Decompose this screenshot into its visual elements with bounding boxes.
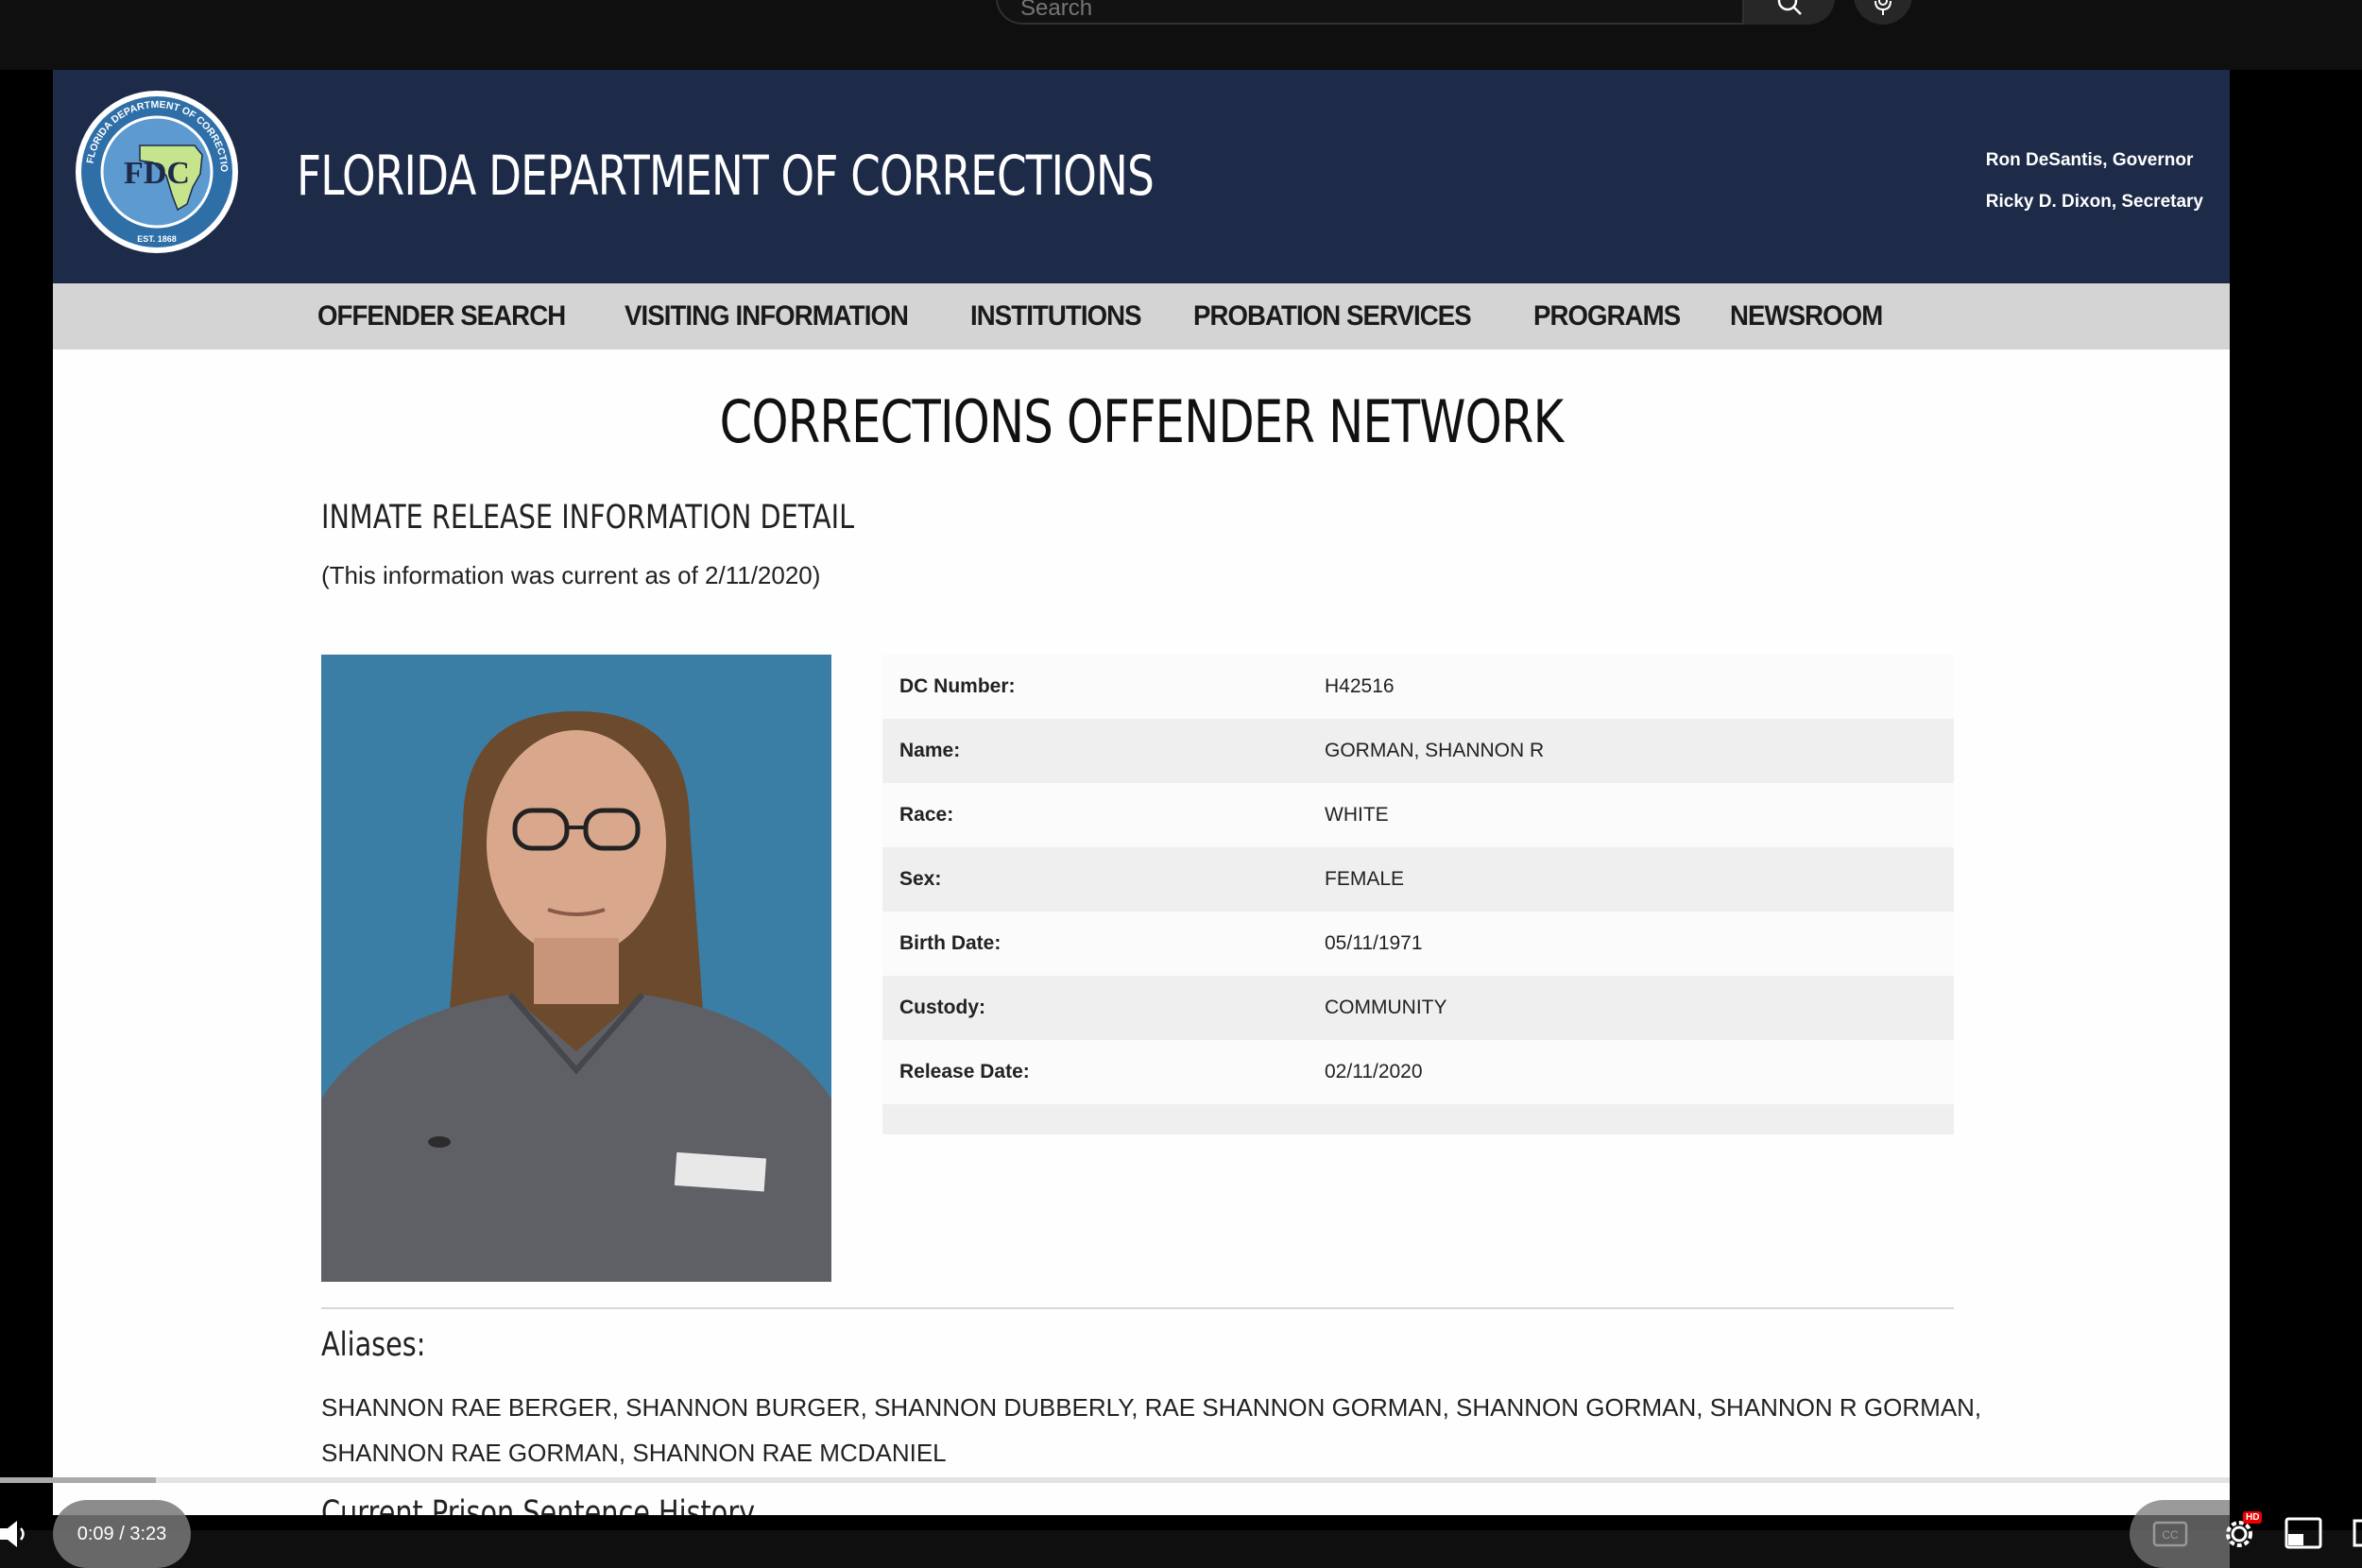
table-row: Name: GORMAN, SHANNON R: [882, 719, 1954, 783]
progress-bar[interactable]: [0, 1477, 2230, 1483]
detail-label: Name:: [899, 740, 961, 761]
detail-value: FEMALE: [1325, 868, 1405, 890]
video-player[interactable]: FLORIDA DEPARTMENT OF CORRECTIONS FDC ES…: [0, 70, 2362, 1568]
seal-initials: FDC: [124, 156, 190, 191]
voice-search-button[interactable]: [1854, 0, 1912, 25]
progress-bar-played: [0, 1477, 157, 1483]
empty-cell: [882, 1104, 1308, 1134]
svg-text:CC: CC: [2162, 1528, 2179, 1542]
aliases-list: SHANNON RAE BERGER, SHANNON BURGER, SHAN…: [321, 1393, 1982, 1467]
current-as-of-note: (This information was current as of 2/11…: [321, 561, 821, 589]
volume-icon[interactable]: [0, 1515, 26, 1553]
search-icon: [1777, 0, 1802, 15]
secretary-name: Ricky D. Dixon, Secretary: [1985, 192, 2203, 212]
detail-label: Custody:: [899, 997, 985, 1018]
aliases-heading: Aliases:: [321, 1326, 426, 1364]
page-heading: CORRECTIONS OFFENDER NETWORK: [719, 387, 1564, 456]
detail-label: Birth Date:: [899, 932, 1001, 954]
detail-value: GORMAN, SHANNON R: [1325, 740, 1545, 761]
nav-institutions[interactable]: INSTITUTIONS: [970, 300, 1142, 332]
table-row: Birth Date: 05/11/1971: [882, 912, 1954, 976]
sentence-history-heading: Current Prison Sentence History: [321, 1494, 756, 1515]
seal-established: EST. 1868: [137, 234, 177, 244]
inmate-photo: [321, 655, 831, 1282]
fdc-webpage: FLORIDA DEPARTMENT OF CORRECTIONS FDC ES…: [53, 70, 2230, 1515]
section-heading: INMATE RELEASE INFORMATION DETAIL: [321, 499, 855, 537]
subtitles-icon[interactable]: CC: [2152, 1521, 2188, 1547]
microphone-icon: [1874, 0, 1891, 15]
nav-newsroom[interactable]: NEWSROOM: [1730, 300, 1883, 332]
officials-list: Ron DeSantis, Governor Ricky D. Dixon, S…: [1986, 140, 2203, 223]
miniplayer-icon[interactable]: [2285, 1517, 2322, 1549]
time-display: 0:09 / 3:23: [53, 1500, 191, 1568]
detail-value: COMMUNITY: [1325, 997, 1447, 1018]
detail-label: Release Date:: [899, 1061, 1030, 1082]
table-row: Sex: FEMALE: [882, 847, 1954, 912]
detail-label: DC Number:: [899, 675, 1016, 697]
nav-visiting-information[interactable]: VISITING INFORMATION: [625, 300, 909, 332]
detail-value: WHITE: [1325, 804, 1389, 826]
table-row: DC Number: H42516: [882, 655, 1954, 719]
hd-badge: HD: [2243, 1511, 2263, 1524]
fdc-seal-logo: FLORIDA DEPARTMENT OF CORRECTIONS FDC ES…: [74, 89, 238, 253]
detail-value: 05/11/1971: [1325, 932, 1423, 954]
table-row: Custody: COMMUNITY: [882, 976, 1954, 1040]
detail-label: Sex:: [899, 868, 942, 890]
main-nav: OFFENDER SEARCH VISITING INFORMATION INS…: [53, 283, 2230, 349]
search-input[interactable]: [1020, 0, 1720, 23]
search-box[interactable]: [996, 0, 1744, 25]
nav-programs[interactable]: PROGRAMS: [1533, 300, 1681, 332]
governor-name: Ron DeSantis, Governor: [1985, 150, 2194, 170]
detail-value: 02/11/2020: [1325, 1061, 1423, 1082]
section-divider: [321, 1307, 1954, 1309]
nav-offender-search[interactable]: OFFENDER SEARCH: [317, 300, 566, 332]
table-row: Release Date: 02/11/2020: [882, 1040, 1954, 1104]
nav-probation-services[interactable]: PROBATION SERVICES: [1193, 300, 1472, 332]
table-row-empty: [882, 1104, 1954, 1134]
search-button[interactable]: [1744, 0, 1835, 25]
empty-cell: [1308, 1104, 1954, 1134]
site-header: FLORIDA DEPARTMENT OF CORRECTIONS FDC ES…: [53, 70, 2230, 283]
site-title: FLORIDA DEPARTMENT OF CORRECTIONS: [297, 144, 1155, 208]
detail-label: Race:: [899, 804, 954, 826]
theater-mode-icon[interactable]: [2353, 1517, 2362, 1549]
detail-value: H42516: [1325, 675, 1395, 697]
youtube-top-bar: [0, 0, 2362, 70]
inmate-details-table: DC Number: H42516 Name: GORMAN, SHANNON R …: [882, 655, 1954, 1134]
table-row: Race: WHITE: [882, 783, 1954, 847]
